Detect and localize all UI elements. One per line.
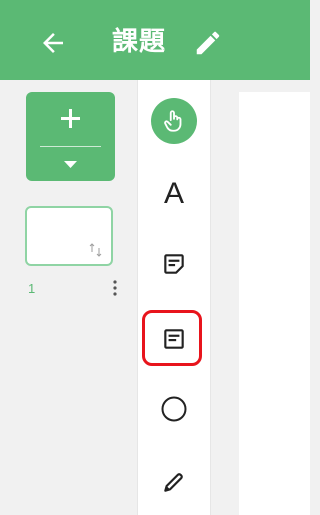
add-page-button[interactable] bbox=[26, 92, 115, 181]
canvas-area bbox=[211, 80, 310, 515]
sticky-note-icon bbox=[164, 254, 184, 274]
page-thumbnail[interactable] bbox=[25, 206, 113, 266]
app-header: 課題 bbox=[0, 0, 310, 80]
plus-icon bbox=[61, 109, 80, 128]
card-tool-highlight bbox=[142, 310, 202, 366]
sort-arrows-icon bbox=[89, 243, 102, 257]
page-number: 1 bbox=[28, 281, 36, 296]
text-icon: A bbox=[163, 177, 184, 210]
circle-icon bbox=[161, 396, 187, 422]
pencil-icon bbox=[196, 31, 220, 55]
tool-select[interactable] bbox=[138, 97, 210, 145]
tool-select-active-bg bbox=[151, 98, 197, 144]
add-page-dropdown[interactable] bbox=[26, 149, 115, 181]
more-vertical-icon bbox=[113, 280, 117, 296]
tool-pen[interactable] bbox=[138, 458, 210, 506]
canvas-page[interactable] bbox=[239, 92, 310, 515]
tool-text[interactable]: A bbox=[138, 170, 210, 218]
add-button-divider bbox=[40, 146, 101, 147]
hand-pointer-icon bbox=[164, 110, 182, 132]
tool-sticky-note[interactable] bbox=[138, 240, 210, 288]
edit-title-button[interactable] bbox=[193, 28, 223, 58]
add-page-plus[interactable] bbox=[26, 92, 115, 144]
pencil-icon bbox=[164, 473, 183, 492]
arrow-left-icon bbox=[43, 33, 63, 53]
page-menu-button[interactable] bbox=[110, 278, 120, 298]
tool-shape[interactable] bbox=[138, 385, 210, 433]
page-title: 課題 bbox=[112, 26, 167, 56]
back-button[interactable] bbox=[38, 28, 68, 58]
tool-palette: A bbox=[137, 80, 211, 515]
pages-panel: 1 bbox=[0, 80, 137, 515]
caret-down-icon bbox=[64, 161, 77, 168]
